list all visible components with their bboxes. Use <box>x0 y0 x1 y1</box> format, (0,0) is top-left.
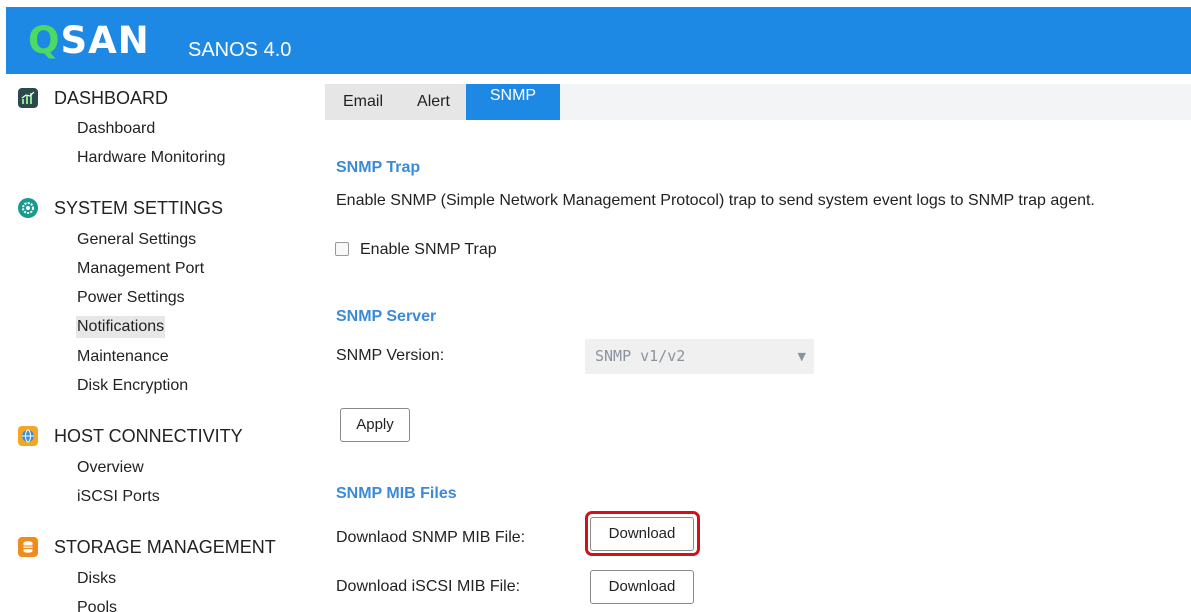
enable-snmp-trap-label: Enable SNMP Trap <box>360 241 497 258</box>
snmp-trap-description: Enable SNMP (Simple Network Management P… <box>336 192 1095 209</box>
settings-gear-icon <box>18 198 38 218</box>
snmp-mib-files-heading: SNMP MIB Files <box>336 485 457 502</box>
sidebar-section-host-connectivity[interactable]: HOST CONNECTIVITY <box>18 426 243 446</box>
snmp-version-label: SNMP Version: <box>336 347 445 364</box>
sidebar-item-disks[interactable]: Disks <box>76 568 117 590</box>
sidebar-item-iscsi-ports[interactable]: iSCSI Ports <box>76 486 161 508</box>
sidebar-section-dashboard[interactable]: DASHBOARD <box>18 88 168 108</box>
enable-snmp-trap-checkbox[interactable] <box>335 242 349 256</box>
tab-bar: Email Alert SNMP <box>325 84 1191 120</box>
sidebar-item-power-settings[interactable]: Power Settings <box>76 287 186 309</box>
iscsi-mib-file-label: Download iSCSI MIB File: <box>336 578 521 595</box>
sidebar: DASHBOARD Dashboard Hardware Monitoring … <box>6 74 319 612</box>
sidebar-item-notifications[interactable]: Notifications <box>76 316 166 338</box>
sidebar-item-management-port[interactable]: Management Port <box>76 258 205 280</box>
snmp-trap-heading: SNMP Trap <box>336 159 421 176</box>
sidebar-section-label: HOST CONNECTIVITY <box>54 426 243 446</box>
top-bar: QSAN SANOS 4.0 <box>6 7 1191 74</box>
sidebar-item-hardware-monitoring[interactable]: Hardware Monitoring <box>76 147 227 169</box>
globe-icon <box>18 426 38 446</box>
sidebar-item-overview[interactable]: Overview <box>76 457 145 479</box>
database-icon <box>18 537 38 557</box>
sidebar-section-label: DASHBOARD <box>54 88 169 108</box>
snmp-version-select[interactable]: SNMP v1/v2 ▼ <box>585 339 814 374</box>
download-snmp-mib-button[interactable]: Download <box>590 517 694 551</box>
snmp-server-heading: SNMP Server <box>336 308 437 325</box>
caret-down-icon: ▼ <box>797 350 806 363</box>
apply-button[interactable]: Apply <box>340 408 410 442</box>
sidebar-item-general-settings[interactable]: General Settings <box>76 229 197 251</box>
app-title: SANOS 4.0 <box>188 39 292 61</box>
dashboard-chart-icon <box>18 88 38 108</box>
snmp-version-value: SNMP v1/v2 <box>595 347 686 365</box>
snmp-mib-file-label: Downlaod SNMP MIB File: <box>336 529 526 546</box>
sidebar-section-system-settings[interactable]: SYSTEM SETTINGS <box>18 198 223 218</box>
sidebar-item-disk-encryption[interactable]: Disk Encryption <box>76 375 189 397</box>
main-content: Email Alert SNMP SNMP Trap Enable SNMP (… <box>319 74 1191 612</box>
tab-email[interactable]: Email <box>325 84 401 120</box>
sidebar-item-dashboard[interactable]: Dashboard <box>76 118 156 140</box>
sidebar-section-label: SYSTEM SETTINGS <box>54 198 224 218</box>
qsan-logo: QSAN <box>28 19 150 62</box>
tab-snmp[interactable]: SNMP <box>466 84 560 120</box>
sidebar-section-storage-management[interactable]: STORAGE MANAGEMENT <box>18 537 276 557</box>
sidebar-item-pools[interactable]: Pools <box>76 597 118 612</box>
download-iscsi-mib-button[interactable]: Download <box>590 570 694 604</box>
tab-alert[interactable]: Alert <box>401 84 466 120</box>
sidebar-item-maintenance[interactable]: Maintenance <box>76 346 170 368</box>
sidebar-section-label: STORAGE MANAGEMENT <box>54 537 276 557</box>
